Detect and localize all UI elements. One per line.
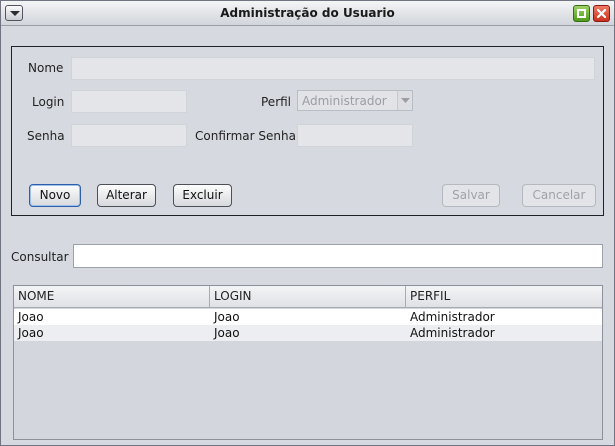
salvar-button[interactable]: Salvar [442,184,500,207]
maximize-icon [577,9,586,18]
close-button[interactable] [593,5,610,22]
perfil-selected-value: Administrador [302,94,387,108]
cell-nome: Joao [18,310,44,324]
cell-perfil: Administrador [410,310,495,324]
cell-nome: Joao [18,326,44,340]
consultar-input[interactable] [73,244,603,268]
login-field[interactable] [71,90,187,113]
chevron-down-icon [401,98,410,103]
maximize-button[interactable] [573,5,590,22]
title-bar[interactable]: Administração do Usuario [1,1,614,26]
window-title: Administração do Usuario [220,6,395,20]
alterar-button[interactable]: Alterar [97,184,156,207]
cell-perfil: Administrador [410,326,495,340]
table-row[interactable]: Joao Joao Administrador [14,325,602,341]
nome-label: Nome [28,61,64,75]
cell-login: Joao [214,326,240,340]
table-row[interactable]: Joao Joao Administrador [14,309,602,325]
cancelar-button[interactable]: Cancelar [522,184,596,207]
table-header: NOME LOGIN PERFIL [14,286,602,308]
excluir-button[interactable]: Excluir [173,184,232,207]
column-header-login[interactable]: LOGIN [210,286,406,308]
novo-button[interactable]: Novo [29,184,81,207]
senha-field[interactable] [71,124,187,147]
perfil-label: Perfil [261,95,292,109]
user-form-panel: Nome Login Perfil Administrador Senha Co… [11,46,604,216]
login-label: Login [32,95,65,109]
dialog-window: Administração do Usuario Nome Login Perf… [0,0,615,446]
cell-login: Joao [214,310,240,324]
users-table: NOME LOGIN PERFIL Joao Joao Administrado… [13,285,603,440]
nome-field[interactable] [71,57,595,80]
confirmar-senha-label: Confirmar Senha [195,129,296,143]
perfil-dropdown-arrow[interactable] [397,91,412,110]
consultar-label: Consultar [11,250,69,264]
column-header-nome[interactable]: NOME [14,286,210,308]
confirmar-senha-field[interactable] [297,124,413,147]
senha-label: Senha [27,129,65,143]
perfil-select[interactable]: Administrador [297,90,413,111]
column-header-perfil[interactable]: PERFIL [406,286,602,308]
close-icon [596,8,607,19]
